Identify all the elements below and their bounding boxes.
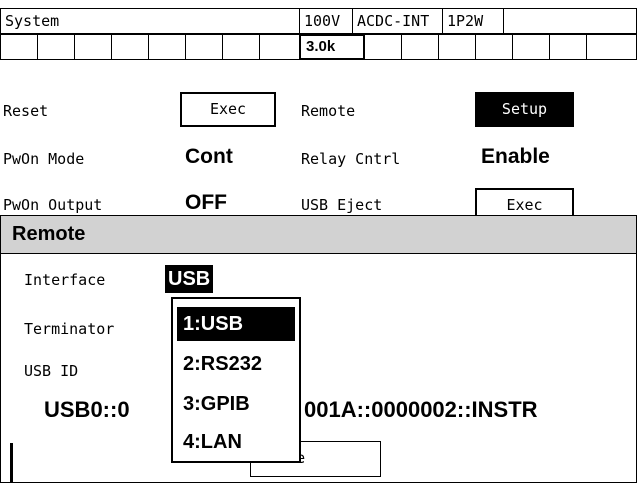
- voltage-indicator: 100V: [299, 8, 353, 34]
- status-slot: [586, 34, 637, 60]
- wiring-text: 1P2W: [447, 12, 484, 30]
- screen-title: System: [0, 8, 300, 34]
- remote-setup-button[interactable]: Setup: [475, 92, 574, 127]
- pwon-mode-label: PwOn Mode: [3, 150, 85, 168]
- voltage-text: 100V: [304, 12, 341, 30]
- dropdown-option-rs232[interactable]: 2:RS232: [177, 347, 295, 381]
- reset-label: Reset: [3, 102, 49, 120]
- interface-value[interactable]: USB: [165, 265, 214, 293]
- terminator-label: Terminator: [24, 320, 115, 338]
- dropdown-option-usb[interactable]: 1:USB: [177, 307, 295, 341]
- wiring-indicator: 1P2W: [442, 8, 504, 34]
- usb-id-value-right: 001A::0000002::INSTR: [304, 397, 538, 422]
- panel-cursor-bar: [10, 443, 13, 483]
- relay-cntrl-value[interactable]: Enable: [481, 145, 550, 169]
- status-slot: [222, 34, 260, 60]
- pwon-output-label: PwOn Output: [3, 196, 103, 214]
- remote-dialog-title: Remote: [1, 216, 636, 254]
- status-slot: [185, 34, 223, 60]
- status-slot: [37, 34, 75, 60]
- status-slot: [549, 34, 587, 60]
- usb-id-label: USB ID: [24, 362, 79, 380]
- status-slot: [364, 34, 402, 60]
- status-slot: [401, 34, 439, 60]
- status-slot: [111, 34, 149, 60]
- capacity-indicator: 3.0k: [299, 34, 365, 60]
- pwon-mode-value[interactable]: Cont: [185, 145, 233, 169]
- dropdown-option-lan[interactable]: 4:LAN: [177, 425, 295, 459]
- status-slot: [74, 34, 112, 60]
- status-slot: [259, 34, 300, 60]
- usb-eject-label: USB Eject: [301, 196, 383, 214]
- relay-cntrl-label: Relay Cntrl: [301, 150, 401, 168]
- mode-indicator: ACDC-INT: [352, 8, 443, 34]
- status-slot: [438, 34, 476, 60]
- remote-dialog: Remote Interface USB Terminator USB ID U…: [0, 215, 637, 483]
- screen-title-text: System: [5, 12, 60, 30]
- status-blank: [503, 8, 637, 34]
- reset-exec-button[interactable]: Exec: [180, 92, 276, 127]
- usb-id-value-left: USB0::0: [44, 397, 130, 422]
- interface-label: Interface: [24, 271, 106, 289]
- status-slot: [148, 34, 186, 60]
- status-slot: [512, 34, 550, 60]
- interface-dropdown[interactable]: 1:USB 2:RS232 3:GPIB 4:LAN: [171, 297, 301, 463]
- capacity-text: 3.0k: [306, 38, 336, 55]
- pwon-output-value[interactable]: OFF: [185, 191, 227, 215]
- status-slot: [475, 34, 513, 60]
- remote-label: Remote: [301, 102, 356, 120]
- mode-text: ACDC-INT: [357, 12, 430, 30]
- dropdown-option-gpib[interactable]: 3:GPIB: [177, 387, 295, 421]
- status-slot: [0, 34, 38, 60]
